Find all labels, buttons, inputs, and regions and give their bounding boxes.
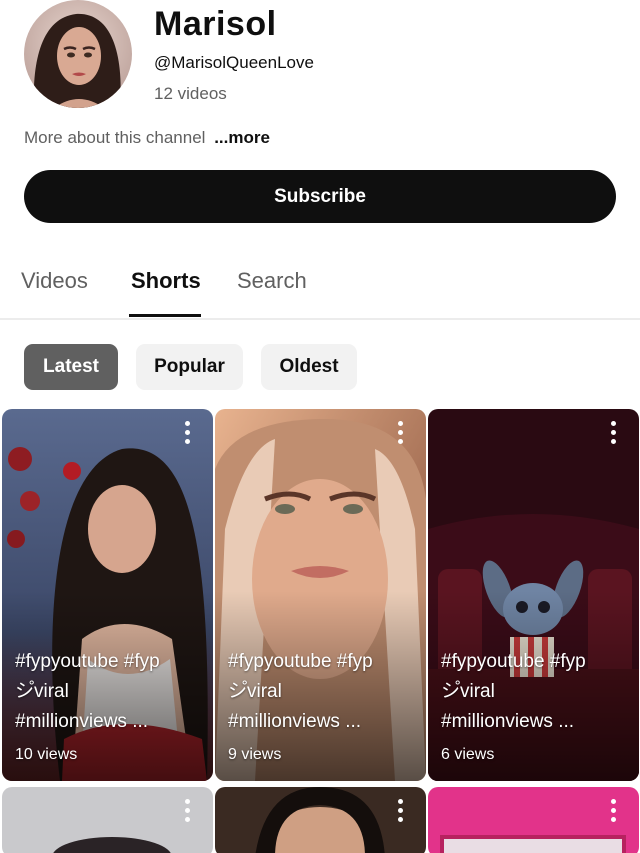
short-views: 9 views <box>228 746 282 763</box>
short-card[interactable] <box>215 787 426 853</box>
channel-about[interactable]: More about this channel ...more <box>24 128 270 148</box>
channel-about-text: More about this channel <box>24 128 206 147</box>
short-card[interactable] <box>428 787 639 853</box>
about-more-link[interactable]: ...more <box>214 128 270 147</box>
short-title: #fypyoutube #fyp シ゚viral #millionviews .… <box>15 651 160 732</box>
filter-chip-oldest[interactable]: Oldest <box>261 344 357 390</box>
more-vert-icon[interactable] <box>175 799 199 825</box>
short-card[interactable] <box>2 787 213 853</box>
short-views: 10 views <box>15 746 78 763</box>
more-vert-icon[interactable] <box>601 799 625 825</box>
filter-chip-popular[interactable]: Popular <box>136 344 243 390</box>
active-tab-indicator <box>129 314 201 317</box>
more-vert-icon[interactable] <box>388 421 412 447</box>
channel-page: Marisol @MarisolQueenLove 12 videos More… <box>0 0 640 853</box>
short-card[interactable]: #fypyoutube #fyp シ゚viral #millionviews .… <box>215 409 426 781</box>
more-vert-icon[interactable] <box>601 421 625 447</box>
short-card[interactable]: #fypyoutube #fyp シ゚viral #millionviews .… <box>2 409 213 781</box>
short-title: #fypyoutube #fyp シ゚viral #millionviews .… <box>441 651 586 732</box>
tab-search[interactable]: Search <box>237 268 307 294</box>
avatar-image <box>24 0 132 108</box>
video-count: 12 videos <box>154 84 227 103</box>
filter-chip-latest[interactable]: Latest <box>24 344 118 390</box>
channel-tabs: Videos Shorts Search <box>0 252 640 320</box>
tab-shorts[interactable]: Shorts <box>131 268 201 294</box>
short-views: 6 views <box>441 746 495 763</box>
channel-handle: @MarisolQueenLove <box>154 53 314 72</box>
channel-avatar[interactable] <box>24 0 132 108</box>
short-card[interactable]: #fypyoutube #fyp シ゚viral #millionviews .… <box>428 409 639 781</box>
short-title: #fypyoutube #fyp シ゚viral #millionviews .… <box>228 651 373 732</box>
more-vert-icon[interactable] <box>175 421 199 447</box>
more-vert-icon[interactable] <box>388 799 412 825</box>
tab-videos[interactable]: Videos <box>21 268 88 294</box>
channel-name: Marisol <box>154 5 277 43</box>
subscribe-button[interactable]: Subscribe <box>24 170 616 223</box>
